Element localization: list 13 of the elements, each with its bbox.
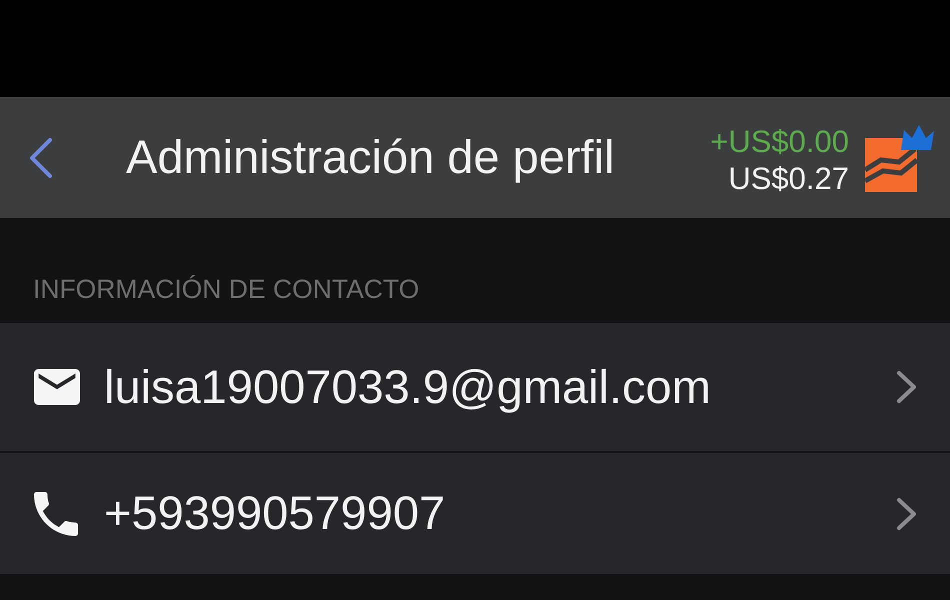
chevron-right-icon	[896, 370, 918, 404]
phone-row[interactable]: +593990579907	[0, 453, 950, 574]
balance-change: +US$0.00	[710, 122, 849, 160]
page-title: Administración de perfil	[126, 129, 616, 186]
back-button[interactable]	[28, 136, 54, 178]
balance-amount: US$0.27	[728, 160, 849, 196]
email-row[interactable]: luisa19007033.9@gmail.com	[0, 323, 950, 451]
back-icon	[28, 136, 54, 178]
section-label: INFORMACIÓN DE CONTACTO	[33, 274, 420, 304]
phone-icon	[34, 492, 78, 536]
mail-icon	[34, 369, 80, 405]
chevron-right-icon	[896, 496, 918, 530]
chart-logo-icon	[865, 122, 935, 192]
